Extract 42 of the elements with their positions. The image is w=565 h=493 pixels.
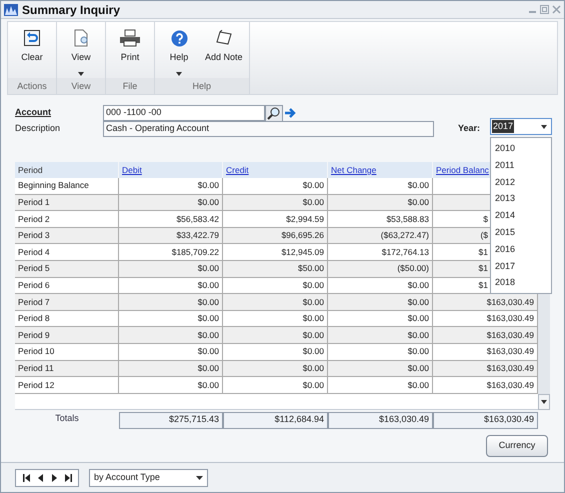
- caret-icon: [541, 400, 547, 404]
- account-field[interactable]: 000 -1100 -00: [103, 105, 265, 121]
- year-option[interactable]: 2010: [491, 140, 551, 157]
- ribbon-button[interactable]: View: [61, 22, 101, 78]
- arrow-right-icon[interactable]: [283, 106, 297, 120]
- first-record-icon[interactable]: [22, 474, 30, 482]
- ribbon-button[interactable]: Clear: [12, 22, 52, 78]
- previous-record-icon[interactable]: [38, 474, 44, 482]
- column-header[interactable]: Credit: [223, 162, 328, 178]
- currency-button[interactable]: Currency: [486, 434, 548, 457]
- window-title: Summary Inquiry: [22, 2, 120, 18]
- dropdown-caret-icon: [196, 476, 203, 480]
- note-icon: [214, 30, 233, 46]
- scroll-down-button[interactable]: [538, 394, 550, 410]
- total-cell: $163,030.49: [433, 412, 538, 429]
- document-icon: [73, 29, 89, 47]
- description-field: Cash - Operating Account: [103, 121, 434, 137]
- column-header: Period: [15, 162, 119, 178]
- ribbon-group-label: Help: [155, 78, 249, 94]
- year-dropdown[interactable]: 2017: [490, 118, 552, 135]
- ribbon-button[interactable]: Print: [110, 22, 150, 78]
- printer-icon: [119, 29, 141, 47]
- year-option[interactable]: 2013: [491, 190, 551, 208]
- total-cell: $112,684.94: [223, 412, 328, 429]
- column-header[interactable]: Net Change: [328, 162, 433, 178]
- description-label: Description: [15, 122, 62, 136]
- dropdown-caret-icon: [541, 124, 547, 128]
- lookup-icon[interactable]: [265, 104, 283, 122]
- totals-label: Totals: [54, 412, 80, 425]
- account-label[interactable]: Account: [15, 106, 103, 120]
- ribbon-button[interactable]: Add Note: [203, 22, 245, 78]
- column-header[interactable]: Debit: [119, 162, 223, 178]
- ribbon-button[interactable]: Help: [159, 22, 199, 78]
- total-cell: $163,030.49: [328, 412, 433, 429]
- help-icon: [170, 30, 188, 46]
- next-record-icon[interactable]: [50, 474, 56, 482]
- undo-icon: [24, 30, 40, 46]
- app-logo-icon: [4, 4, 18, 16]
- year-label: Year:: [458, 122, 480, 136]
- last-record-icon[interactable]: [64, 474, 72, 482]
- total-cell: $275,715.43: [119, 412, 223, 429]
- sort-dropdown[interactable]: by Account Type: [89, 468, 208, 486]
